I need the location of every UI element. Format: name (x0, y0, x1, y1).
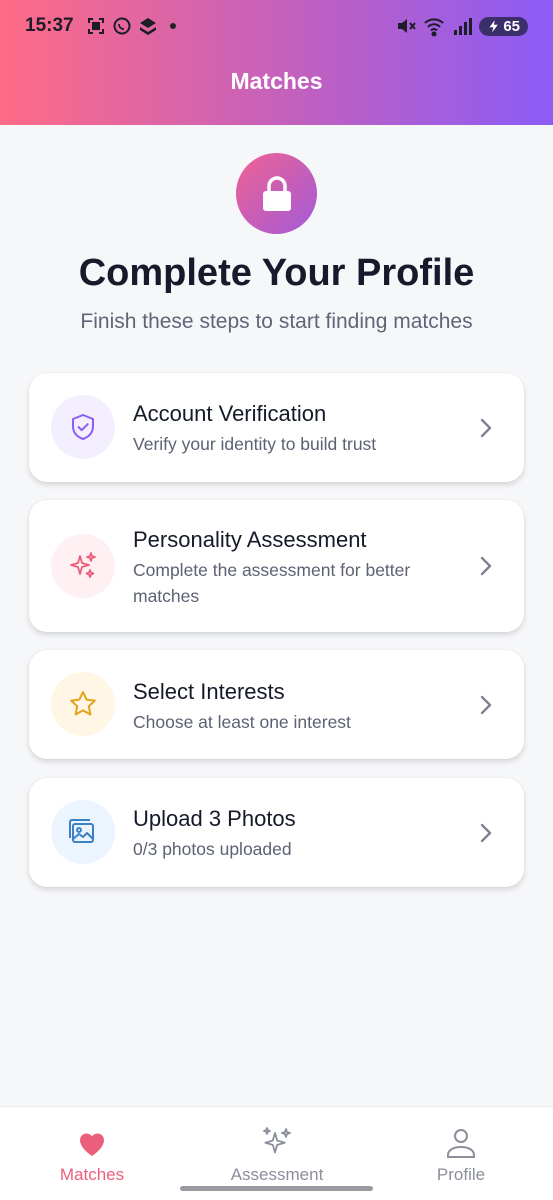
status-bar: 15:37 65 (0, 0, 553, 52)
step-description: Verify your identity to build trust (133, 434, 377, 454)
heart-icon (79, 1133, 105, 1156)
status-time: 15:37 (25, 15, 74, 36)
lock-badge (236, 153, 317, 234)
chevron-right-icon (480, 556, 492, 576)
nav-label: Profile (436, 1165, 486, 1184)
nav-item-matches[interactable]: Matches (22, 1107, 162, 1200)
chevron-right-icon (480, 695, 492, 715)
battery-indicator: 65 (479, 16, 528, 36)
step-card-select-interests[interactable]: Select Interests Choose at least one int… (29, 650, 524, 759)
step-icon-wrapper (51, 534, 115, 598)
wifi-icon (424, 18, 445, 37)
step-card-upload-photos[interactable]: Upload 3 Photos 0/3 photos uploaded (29, 778, 524, 887)
nav-label: Assessment (230, 1165, 324, 1184)
app-header: 15:37 65 Matches (0, 0, 553, 125)
step-icon-wrapper (51, 800, 115, 864)
status-system-icons: 65 (395, 15, 528, 37)
sparkles-icon (70, 552, 96, 578)
star-icon (70, 691, 96, 716)
status-dot-icon (169, 23, 176, 29)
signal-icon (454, 18, 473, 35)
person-icon (447, 1129, 475, 1158)
step-card-account-verification[interactable]: Account Verification Verify your identit… (29, 373, 524, 482)
page-title: Matches (230, 68, 323, 94)
chevron-right-icon (480, 418, 492, 438)
hero-title: Complete Your Profile (78, 252, 475, 294)
mute-icon (398, 19, 417, 33)
home-indicator (180, 1186, 373, 1191)
whatsapp-icon (113, 17, 131, 35)
charging-icon (489, 20, 499, 33)
nav-item-profile[interactable]: Profile (391, 1107, 531, 1200)
step-title: Upload 3 Photos (133, 806, 296, 831)
nav-label: Matches (59, 1165, 125, 1184)
app-icon (139, 18, 156, 35)
step-description: Choose at least one interest (133, 712, 351, 732)
step-title: Select Interests (133, 679, 285, 704)
step-title: Account Verification (133, 401, 327, 426)
step-card-personality-assessment[interactable]: Personality Assessment Complete the asse… (29, 500, 524, 632)
lock-icon (262, 175, 291, 211)
step-icon-wrapper (51, 672, 115, 736)
step-icon-wrapper (51, 395, 115, 459)
step-title: Personality Assessment (133, 527, 367, 552)
step-description: Complete the assessment for better match… (133, 560, 411, 606)
hero-subtitle: Finish these steps to start finding matc… (80, 310, 473, 333)
chevron-right-icon (480, 823, 492, 843)
shield-check-icon (72, 414, 94, 440)
sparkles-icon (263, 1127, 291, 1154)
screenshot-icon (87, 18, 104, 34)
battery-level: 65 (503, 17, 520, 35)
image-icon (69, 819, 94, 843)
step-description: 0/3 photos uploaded (133, 839, 292, 859)
status-notification-icons (86, 16, 176, 36)
